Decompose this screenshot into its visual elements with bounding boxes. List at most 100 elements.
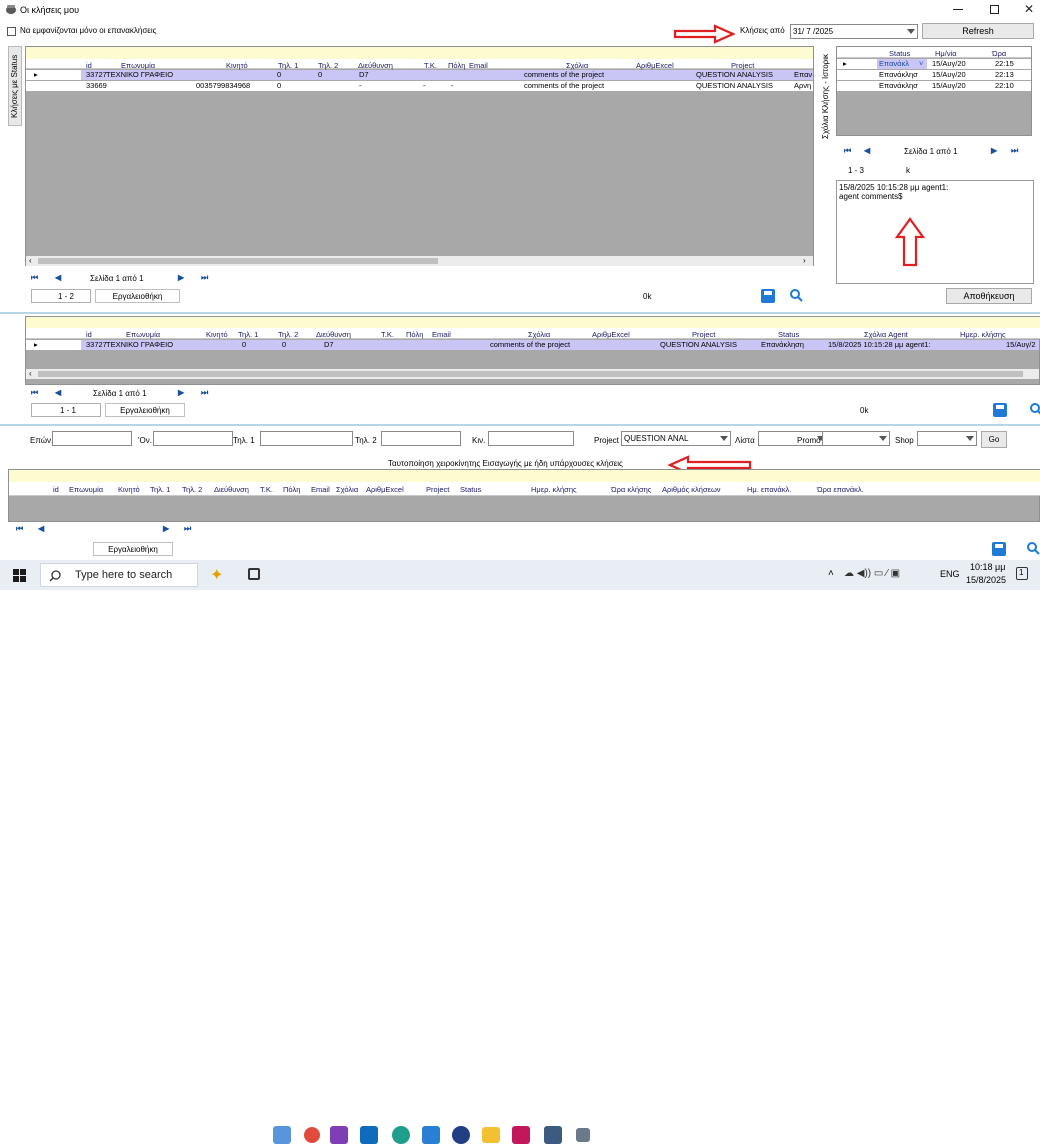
col-header[interactable]: Τηλ. 2 [278, 330, 298, 339]
firstname-input[interactable] [153, 431, 233, 446]
save-button[interactable]: Αποθήκευση [946, 288, 1032, 304]
language-indicator[interactable]: ENG [940, 569, 960, 579]
prev-page-icon[interactable]: ◀ [38, 524, 44, 533]
last-page-icon[interactable]: ⏭ [184, 524, 191, 534]
comment-textarea[interactable]: 15/8/2025 10:15:28 μμ agent1: agent comm… [836, 180, 1034, 284]
search-icon[interactable] [1029, 402, 1040, 416]
edge-icon[interactable] [392, 1126, 410, 1144]
next-page-icon[interactable]: ▶ [163, 524, 169, 533]
col-header[interactable]: Ημερ. κλήσης [531, 485, 577, 494]
col-header[interactable]: Ημερ. κλήσης [960, 330, 1006, 339]
table-row[interactable]: ▸ 33727 ΤΕΧΝΙΚΟ ΓΡΑΦΕΙΟ 0 0 D7 comments … [26, 340, 1039, 350]
col-header[interactable]: Αριθμός κλήσεων [662, 485, 721, 494]
table-row[interactable]: 33669 0035799834968 0 - - - comments of … [26, 81, 813, 91]
col-header[interactable]: Ώρα επανάκλ. [817, 485, 864, 494]
col-header[interactable]: Επωνυμία [69, 485, 103, 494]
next-page-icon[interactable]: ▶ [178, 388, 184, 397]
next-page-icon[interactable]: ▶ [991, 146, 997, 155]
col-header[interactable]: Σχόλια [528, 330, 550, 339]
go-button[interactable]: Go [981, 431, 1007, 448]
first-page-icon[interactable]: ⏮ [31, 388, 38, 398]
clock-time[interactable]: 10:18 μμ [970, 562, 1005, 572]
minimize-icon[interactable] [953, 9, 963, 10]
first-page-icon[interactable]: ⏮ [31, 273, 38, 283]
windows-start-icon[interactable] [13, 569, 26, 582]
file-explorer-icon[interactable] [482, 1127, 500, 1143]
col-header[interactable]: Τηλ. 1 [150, 485, 170, 494]
task-view-icon[interactable] [248, 568, 260, 580]
col-header[interactable]: Διεύθυνση [214, 485, 249, 494]
visual-studio-icon[interactable] [330, 1126, 348, 1144]
first-page-icon[interactable]: ⏮ [844, 146, 851, 156]
col-header[interactable]: Project [692, 330, 715, 339]
project-select[interactable]: QUESTION ANAL [621, 431, 731, 446]
col-header[interactable]: Επωνυμία [121, 61, 155, 70]
search-icon[interactable] [1026, 541, 1040, 555]
app-icon[interactable] [544, 1126, 562, 1144]
tray-chevron-icon[interactable]: ˄ [828, 568, 834, 579]
col-header[interactable]: ΑριθμExcel [366, 485, 404, 494]
phone2-input[interactable] [381, 431, 461, 446]
col-header[interactable]: Ημ. επανάκλ. [747, 485, 791, 494]
col-header[interactable]: Πόλη [283, 485, 300, 494]
history-tab[interactable]: Σχόλια Κλήσης - Ιστορικ [820, 48, 834, 146]
horizontal-scrollbar[interactable]: ‹ › [26, 256, 813, 266]
col-header[interactable]: Status [460, 485, 481, 494]
col-header[interactable]: Ημ/νία [935, 49, 957, 58]
col-header[interactable]: ΑριθμExcel [592, 330, 630, 339]
col-header[interactable]: Project [731, 61, 754, 70]
shop-select[interactable] [917, 431, 977, 446]
col-header[interactable]: Email [469, 61, 488, 70]
refresh-button[interactable]: Refresh [922, 23, 1034, 39]
col-header[interactable]: Κινητό [226, 61, 248, 70]
horizontal-scrollbar[interactable]: ‹ [26, 369, 1039, 379]
col-header[interactable]: Πόλη [448, 61, 465, 70]
mobile-input[interactable] [488, 431, 574, 446]
col-header[interactable]: Σχόλια Agent [864, 330, 908, 339]
col-header[interactable]: Τ.Κ. [424, 61, 437, 70]
col-header[interactable]: Ώρα κλήσης [611, 485, 651, 494]
col-header[interactable]: id [86, 61, 92, 70]
prev-page-icon[interactable]: ◀ [55, 273, 61, 282]
col-header[interactable]: Σχόλια [566, 61, 588, 70]
app-icon[interactable] [304, 1127, 320, 1143]
outlook-icon[interactable] [360, 1126, 378, 1144]
col-header[interactable]: ΑριθμExcel [636, 61, 674, 70]
col-header[interactable]: Email [311, 485, 330, 494]
next-page-icon[interactable]: ▶ [178, 273, 184, 282]
col-header[interactable]: Τηλ. 1 [278, 61, 298, 70]
toolbox-button[interactable]: Εργαλειοθήκη [105, 403, 185, 417]
save-icon[interactable] [761, 289, 775, 303]
col-header[interactable]: Τ.Κ. [260, 485, 273, 494]
last-page-icon[interactable]: ⏭ [201, 273, 208, 283]
close-icon[interactable]: ✕ [1024, 2, 1034, 16]
surname-input[interactable] [52, 431, 132, 446]
col-header[interactable]: Status [889, 49, 910, 58]
last-page-icon[interactable]: ⏭ [201, 388, 208, 398]
col-header[interactable]: Σχόλια [336, 485, 358, 494]
app-icon[interactable] [512, 1126, 530, 1144]
sparkle-icon[interactable]: ✦ [210, 565, 223, 585]
col-header[interactable]: Τηλ. 1 [238, 330, 258, 339]
col-header[interactable]: Διεύθυνση [316, 330, 351, 339]
toolbox-button[interactable]: Εργαλειοθήκη [93, 542, 173, 556]
list-item[interactable]: Επανάκλησ 15/Αυγ/20 22:10 [837, 81, 1031, 91]
col-header[interactable]: id [53, 485, 59, 494]
col-header[interactable]: Status [778, 330, 799, 339]
col-header[interactable]: Email [432, 330, 451, 339]
list-item[interactable]: Επανάκλησ 15/Αυγ/20 22:13 [837, 70, 1031, 80]
taskbar-search-box[interactable]: Type here to search [40, 563, 198, 587]
search-icon[interactable] [789, 288, 803, 302]
col-header[interactable]: Τηλ. 2 [182, 485, 202, 494]
toolbox-button[interactable]: Εργαλειοθήκη [95, 289, 180, 303]
callbacks-only-checkbox[interactable] [7, 27, 16, 36]
list-item[interactable]: ▸ Επανάκλ ˅ 15/Αυγ/20 22:15 [837, 59, 1031, 69]
col-header[interactable]: Πόλη [406, 330, 423, 339]
prev-page-icon[interactable]: ◀ [864, 146, 870, 155]
col-header[interactable]: id [86, 330, 92, 339]
col-header[interactable]: Κινητό [206, 330, 228, 339]
col-header[interactable]: Ώρα [992, 49, 1006, 58]
store-icon[interactable] [422, 1126, 440, 1144]
calls-status-tab[interactable]: Κλήσεις με Status [8, 46, 22, 126]
col-header[interactable]: Διεύθυνση [358, 61, 393, 70]
